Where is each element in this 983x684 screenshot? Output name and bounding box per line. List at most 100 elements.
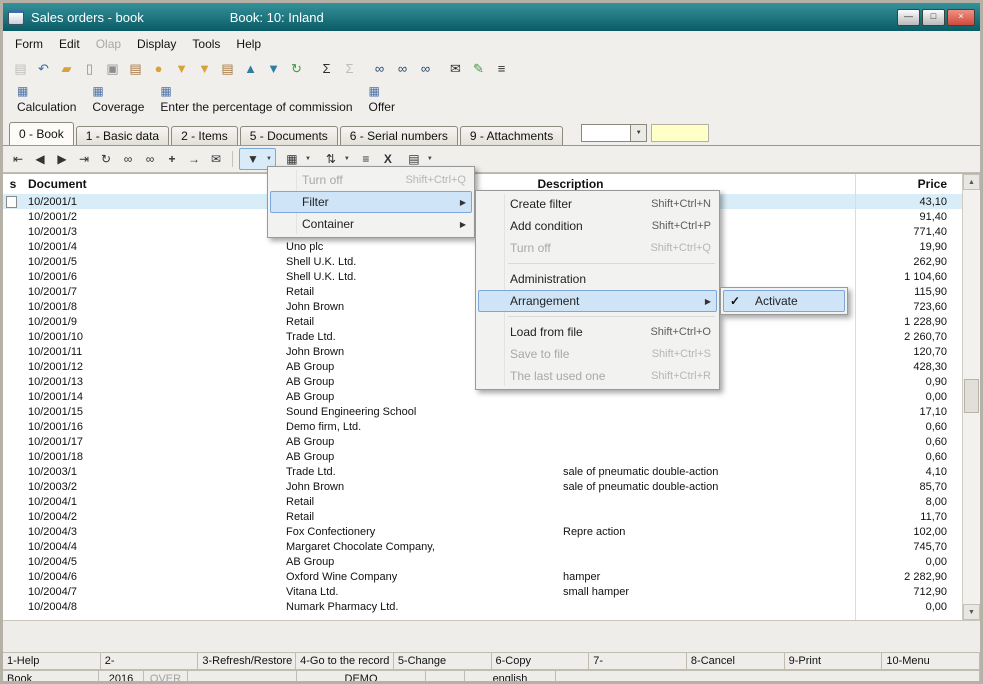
quick-search-field[interactable] — [651, 124, 709, 142]
copy-icon[interactable]: ▣ — [101, 58, 124, 79]
chevron-down-icon[interactable]: ▼ — [344, 156, 350, 162]
coverage-button[interactable]: ▦ Coverage — [92, 84, 144, 114]
calculation-button[interactable]: ▦ Calculation — [17, 84, 76, 114]
function-key[interactable]: 9-Print — [784, 652, 883, 670]
function-key[interactable]: 2- — [100, 652, 199, 670]
new-record-button[interactable]: + — [162, 149, 182, 169]
function-key[interactable]: 7- — [588, 652, 687, 670]
table-row[interactable]: 10/2004/2 Retail 11,70 — [3, 509, 963, 524]
lock-icon[interactable]: ● — [147, 58, 170, 79]
chevron-down-icon[interactable]: ▼ — [630, 125, 646, 141]
tab-6-serial-numbers[interactable]: 6 - Serial numbers — [340, 126, 458, 145]
tab-9-attachments[interactable]: 9 - Attachments — [460, 126, 563, 145]
offer-button[interactable]: ▦ Offer — [369, 84, 395, 114]
table-row[interactable]: 10/2003/2 John Brown sale of pneumatic d… — [3, 479, 963, 494]
minimize-button[interactable]: — — [897, 9, 920, 26]
new-document-icon[interactable]: ▯ — [78, 58, 101, 79]
tab-5-documents[interactable]: 5 - Documents — [240, 126, 338, 145]
menu-item[interactable] — [476, 259, 719, 268]
table-row[interactable]: 10/2004/6 Oxford Wine Company hamper 2 2… — [3, 569, 963, 584]
header-selector[interactable]: s — [3, 177, 23, 191]
menu-help[interactable]: Help — [228, 34, 269, 54]
find-next-icon[interactable]: ∞ — [391, 58, 414, 79]
find-filter-icon[interactable]: ∞ — [414, 58, 437, 79]
scroll-up-button[interactable]: ▲ — [963, 174, 980, 190]
table-row[interactable]: 10/2004/5 AB Group 0,00 — [3, 554, 963, 569]
scroll-down-button[interactable]: ▼ — [963, 604, 980, 620]
table-row[interactable]: 10/2004/3 Fox Confectionery Repre action… — [3, 524, 963, 539]
scrollbar-thumb[interactable] — [964, 379, 979, 413]
menu-item[interactable]: Arrangement — [476, 290, 719, 312]
menu-item[interactable] — [476, 312, 719, 321]
table-row[interactable]: 10/2001/14 AB Group 0,00 — [3, 389, 963, 404]
menu-item[interactable]: Administration — [476, 268, 719, 290]
table-row[interactable]: 10/2004/7 Vitana Ltd. small hamper 712,9… — [3, 584, 963, 599]
open-folder-icon[interactable]: ▰ — [55, 58, 78, 79]
menu-item[interactable]: Turn off Shift+Ctrl+Q — [476, 237, 719, 259]
menu-item[interactable]: Container — [268, 213, 474, 235]
first-record-button[interactable]: ⇤ — [8, 149, 28, 169]
menu-tools[interactable]: Tools — [184, 34, 228, 54]
table-row[interactable]: 10/2001/16 Demo firm, Ltd. 0,60 — [3, 419, 963, 434]
function-key[interactable]: 6-Copy — [491, 652, 590, 670]
menu-item[interactable]: Filter — [268, 191, 474, 213]
previous-record-button[interactable]: ◀ — [30, 149, 50, 169]
sum-icon[interactable]: Σ — [315, 58, 338, 79]
function-key[interactable]: 3-Refresh/Restore — [197, 652, 296, 670]
notebook-icon[interactable]: ▤ — [124, 58, 147, 79]
goto-record-button[interactable]: → — [184, 149, 204, 169]
stack-icon[interactable]: ▤ — [216, 58, 239, 79]
menu-edit[interactable]: Edit — [51, 34, 88, 54]
mail-icon[interactable]: ✉ — [444, 58, 467, 79]
menu-item[interactable]: Add condition Shift+Ctrl+P — [476, 215, 719, 237]
commission-button[interactable]: ▦ Enter the percentage of commission — [160, 84, 352, 114]
close-button[interactable]: × — [947, 9, 975, 26]
menu-item[interactable]: Turn off Shift+Ctrl+Q — [268, 169, 474, 191]
table-row[interactable]: 10/2004/4 Margaret Chocolate Company, 74… — [3, 539, 963, 554]
function-key[interactable]: 10-Menu — [881, 652, 980, 670]
function-key[interactable]: 5-Change — [393, 652, 492, 670]
table-row[interactable]: 10/2001/17 AB Group 0,60 — [3, 434, 963, 449]
table-row[interactable]: 10/2003/1 Trade Ltd. sale of pneumatic d… — [3, 464, 963, 479]
filter-icon[interactable]: ▼ — [170, 58, 193, 79]
menu-item[interactable]: Create filter Shift+Ctrl+N — [476, 193, 719, 215]
tab-1-basic-data[interactable]: 1 - Basic data — [76, 126, 169, 145]
table-row[interactable]: 10/2001/18 AB Group 0,60 — [3, 449, 963, 464]
table-row[interactable]: 10/2001/15 Sound Engineering School 17,1… — [3, 404, 963, 419]
menu-item[interactable]: Save to file Shift+Ctrl+S — [476, 343, 719, 365]
chevron-down-icon[interactable]: ▼ — [266, 156, 272, 162]
tab-0-book[interactable]: 0 - Book — [9, 122, 74, 145]
menu-item[interactable]: Load from file Shift+Ctrl+O — [476, 321, 719, 343]
record-combobox[interactable]: ▼ — [581, 124, 647, 142]
table-row[interactable]: 10/2004/8 Numark Pharmacy Ltd. 0,00 — [3, 599, 963, 614]
function-key[interactable]: 8-Cancel — [686, 652, 785, 670]
recalculate-icon[interactable]: ↻ — [285, 58, 308, 79]
find-record-button[interactable]: ∞ — [118, 149, 138, 169]
header-price[interactable]: Price — [855, 177, 963, 191]
header-document[interactable]: Document — [23, 177, 286, 191]
menu-item[interactable]: Activate — [721, 290, 847, 312]
vertical-scrollbar[interactable]: ▲ ▼ — [962, 174, 980, 620]
send-record-button[interactable]: ✉ — [206, 149, 226, 169]
find-icon[interactable]: ∞ — [368, 58, 391, 79]
arrow-up-icon[interactable]: ▲ — [239, 58, 262, 79]
menu-display[interactable]: Display — [129, 34, 184, 54]
restore-button[interactable]: □ — [922, 9, 945, 26]
undo-icon[interactable]: ↶ — [32, 58, 55, 79]
chevron-down-icon[interactable]: ▼ — [305, 156, 311, 162]
status-bar: Book 2016 OVER DEMO english — [3, 670, 980, 684]
last-record-button[interactable]: ⇥ — [74, 149, 94, 169]
edit-icon[interactable]: ✎ — [467, 58, 490, 79]
table-row[interactable]: 10/2004/1 Retail 8,00 — [3, 494, 963, 509]
arrow-down-icon[interactable]: ▼ — [262, 58, 285, 79]
menu-item[interactable]: The last used one Shift+Ctrl+R — [476, 365, 719, 387]
menu-form[interactable]: Form — [7, 34, 51, 54]
next-record-button[interactable]: ▶ — [52, 149, 72, 169]
more-menu-icon[interactable]: ≡ — [490, 58, 513, 79]
tab-2-items[interactable]: 2 - Items — [171, 126, 238, 145]
filter-report-icon[interactable]: ▼ — [193, 58, 216, 79]
function-key[interactable]: 4-Go to the record — [295, 652, 394, 670]
refresh-record-button[interactable]: ↻ — [96, 149, 116, 169]
chevron-down-icon[interactable]: ▼ — [427, 156, 433, 162]
function-key[interactable]: 1-Help — [2, 652, 101, 670]
